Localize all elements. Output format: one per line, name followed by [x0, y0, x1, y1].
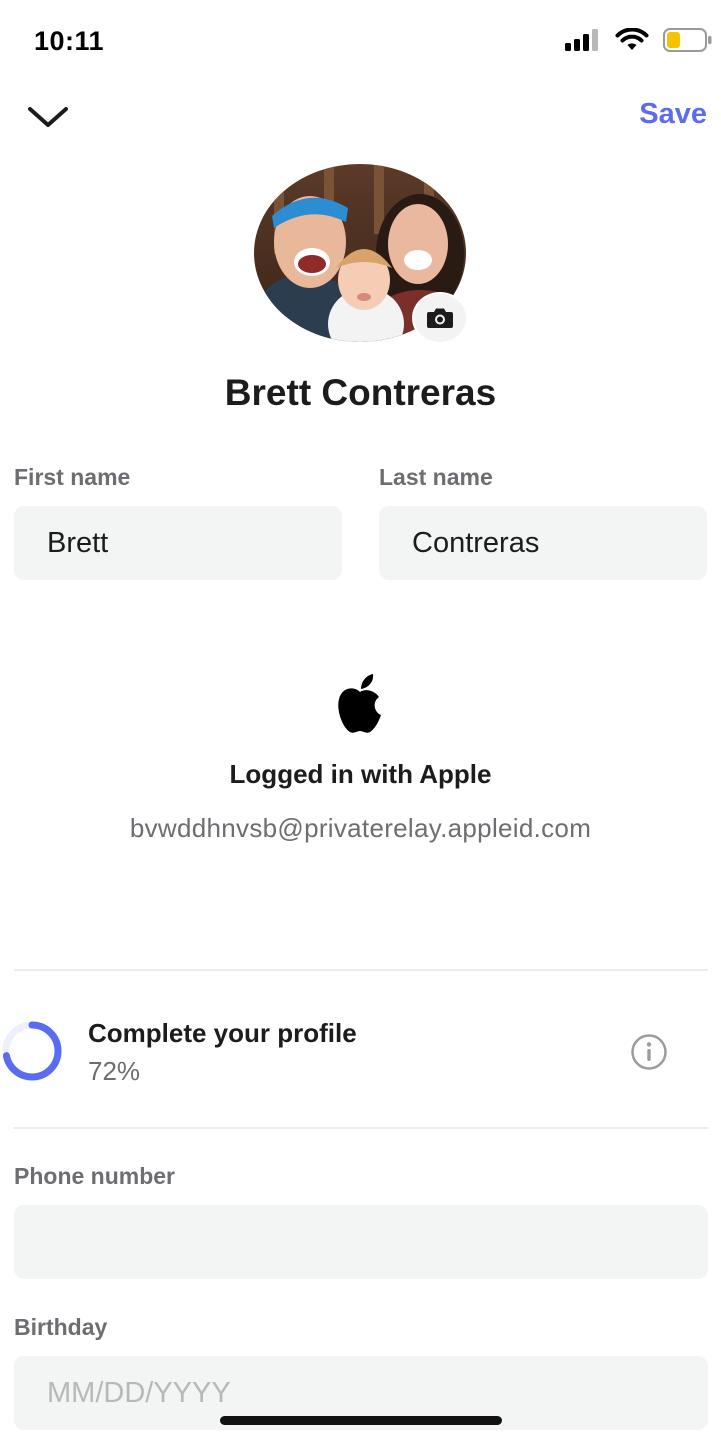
status-icons — [565, 28, 713, 52]
battery-icon — [663, 28, 712, 52]
divider — [14, 1127, 708, 1129]
home-indicator — [220, 1416, 502, 1425]
camera-icon — [427, 308, 453, 328]
apple-logo-icon — [338, 674, 381, 733]
edit-profile-screen: 10:11 Save Brett Contreras First name Br… — [0, 0, 721, 1440]
wifi-icon — [615, 28, 649, 50]
login-method-title: Logged in with Apple — [229, 759, 492, 789]
first-name-label: First name — [14, 464, 131, 490]
login-email: bvwddhnvsb@privaterelay.appleid.com — [129, 813, 592, 843]
profile-completion-ring — [2, 1021, 62, 1081]
status-time: 10:11 — [34, 26, 105, 56]
birthday-label: Birthday — [14, 1314, 108, 1340]
first-name-field[interactable] — [14, 506, 342, 580]
save-button[interactable]: Save — [639, 98, 707, 131]
last-name-label: Last name — [379, 464, 493, 490]
cellular-signal-icon — [565, 29, 598, 51]
phone-field[interactable] — [14, 1205, 708, 1279]
last-name-field[interactable] — [379, 506, 707, 580]
info-icon[interactable] — [630, 1033, 668, 1071]
phone-label: Phone number — [14, 1163, 176, 1189]
profile-name: Brett Contreras — [224, 372, 497, 413]
change-photo-button[interactable] — [412, 292, 468, 344]
complete-profile-percent: 72% — [88, 1056, 141, 1086]
complete-profile-title[interactable]: Complete your profile — [88, 1018, 357, 1049]
chevron-down-icon[interactable] — [26, 100, 70, 134]
divider — [14, 969, 708, 971]
